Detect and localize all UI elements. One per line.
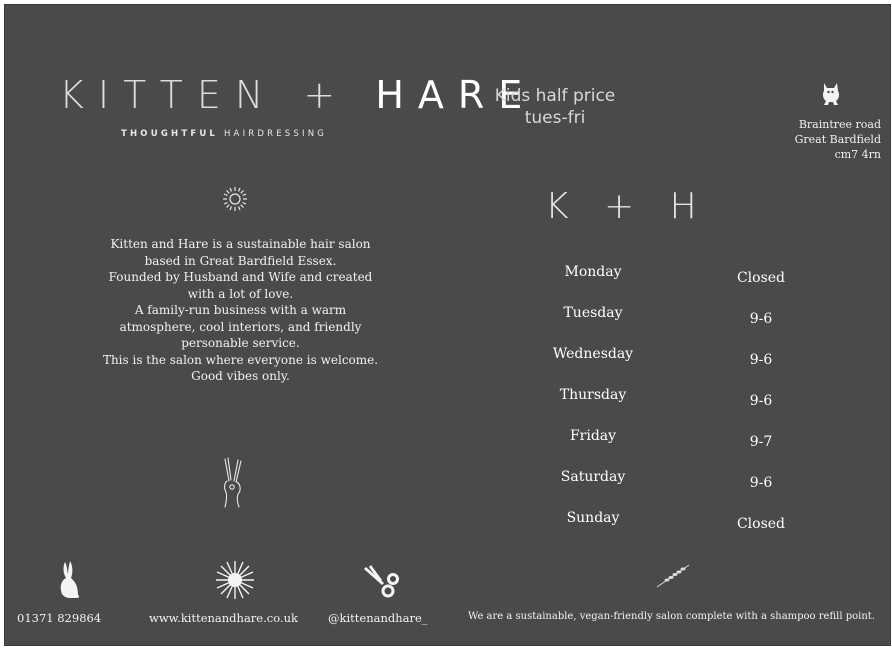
hours-row-thursday: Thursday 9-6 xyxy=(545,383,805,424)
time-label: 9-6 xyxy=(749,352,773,368)
about-line: with a lot of love. xyxy=(187,286,294,301)
brand-logo-kitten: KITTEN + xyxy=(59,73,376,117)
time-label: 9-7 xyxy=(749,434,773,450)
instagram-handle[interactable]: @kittenandhare_ xyxy=(328,611,428,625)
cat-icon xyxy=(820,81,842,107)
about-text: Kitten and Hare is a sustainable hair sa… xyxy=(83,236,398,385)
time-label: 9-6 xyxy=(749,393,773,409)
tagline-bold: THOUGHTFUL xyxy=(121,129,219,139)
hours-row-tuesday: Tuesday 9-6 xyxy=(545,301,805,342)
day-label: Sunday xyxy=(566,510,620,526)
salon-flyer: KITTEN + HARE THOUGHTFUL HAIRDRESSING Ki… xyxy=(4,4,891,646)
lavender-icon xyxy=(655,563,691,589)
about-line: based in Great Bardfield Essex. xyxy=(144,253,337,268)
day-label: Monday xyxy=(564,264,622,280)
promo-line-2: tues-fri xyxy=(524,108,586,128)
opening-hours: Monday Closed Tuesday 9-6 Wednesday 9-6 Thu… xyxy=(545,260,805,547)
sustainability-note: We are a sustainable, vegan-friendly sal… xyxy=(468,611,875,622)
time-label: Closed xyxy=(736,270,786,286)
brand-tagline: THOUGHTFUL HAIRDRESSING xyxy=(121,129,327,139)
hours-row-friday: Friday 9-7 xyxy=(545,424,805,465)
address-line-2: Great Bardfield xyxy=(794,133,881,146)
about-line: Kitten and Hare is a sustainable hair sa… xyxy=(110,237,371,251)
starburst-icon xyxy=(214,559,256,601)
brand-logo: KITTEN + HARE xyxy=(59,73,536,117)
day-label: Friday xyxy=(569,428,617,444)
phone-number: 01371 829864 xyxy=(17,611,102,625)
address-line-3: cm7 4rn xyxy=(834,148,881,161)
hours-row-sunday: Sunday Closed xyxy=(545,506,805,547)
about-line: Good vibes only. xyxy=(191,369,290,383)
tagline-rest: HAIRDRESSING xyxy=(218,129,328,139)
website-link[interactable]: www.kittenandhare.co.uk xyxy=(149,611,298,625)
short-logo: K + H xyxy=(545,186,709,227)
about-line: Founded by Husband and Wife and created xyxy=(108,270,373,284)
time-label: Closed xyxy=(736,516,786,532)
kids-promo: Kids half price tues-fri xyxy=(475,85,635,129)
day-label: Wednesday xyxy=(552,346,634,362)
time-label: 9-6 xyxy=(749,475,773,491)
day-label: Thursday xyxy=(559,387,627,403)
time-label: 9-6 xyxy=(749,311,773,327)
promo-line-1: Kids half price xyxy=(494,86,616,106)
about-line: personable service. xyxy=(181,336,300,350)
about-line: This is the salon where everyone is welc… xyxy=(102,352,379,367)
day-label: Saturday xyxy=(560,469,626,485)
address: Braintree road Great Bardfield cm7 4rn xyxy=(761,117,881,162)
day-label: Tuesday xyxy=(563,305,623,321)
about-line: atmosphere, cool interiors, and friendly xyxy=(119,319,362,334)
peace-hand-icon xyxy=(219,457,245,509)
address-line-1: Braintree road xyxy=(798,118,881,131)
about-line: A family-run business with a warm xyxy=(134,303,347,317)
scissors-icon xyxy=(362,565,400,599)
hours-row-monday: Monday Closed xyxy=(545,260,805,301)
hours-row-wednesday: Wednesday 9-6 xyxy=(545,342,805,383)
hours-row-saturday: Saturday 9-6 xyxy=(545,465,805,506)
rabbit-icon xyxy=(57,560,81,600)
sun-icon xyxy=(222,186,248,212)
